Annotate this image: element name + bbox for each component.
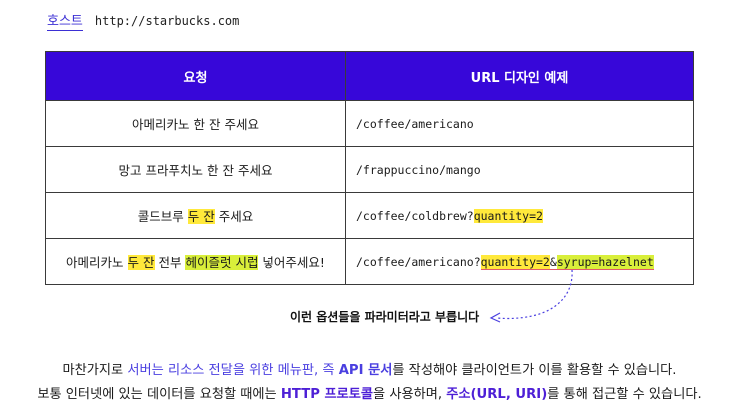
request-text-end: 주세요 [214,209,254,224]
highlight-quantity: 두 잔 [187,209,215,224]
request-cell: 아메리카노 두 잔 전부 헤이즐럿 시럽 넣어주세요! [45,238,346,285]
host-label: 호스트 [47,10,83,31]
param-quantity: quantity=2 [480,254,550,270]
request-text-mid: 전부 [154,255,186,270]
request-text: 아메리카노 [66,255,128,270]
highlight-quantity: 두 잔 [127,255,155,270]
para2-url: 주소(URL, URI) [446,387,548,402]
para2-text: 보통 인터넷에 있는 데이터를 요청할 때에는 [37,387,281,402]
request-text: 아메리카노 한 잔 주세요 [132,117,259,132]
parameter-annotation: 이런 옵션들을 파라미터라고 부릅니다 [290,310,480,324]
para1-text: 마찬가지로 [62,363,128,378]
table-row: 망고 프라푸치노 한 잔 주세요 /frappuccino/mango [45,146,694,193]
para1-text-end: 를 작성해야 클라이언트가 이를 활용할 수 있습니다. [392,363,677,378]
highlight-syrup: 헤이즐럿 시럽 [185,255,259,270]
param-separator: & [549,254,557,270]
url-path: /coffee/americano [356,116,474,131]
paragraph-http: 보통 인터넷에 있는 데이터를 요청할 때에는 HTTP 프로토콜을 사용하며,… [0,383,739,402]
host-line: 호스트 http://starbucks.com [47,10,239,31]
request-cell: 콜드브루 두 잔 주세요 [45,192,346,239]
param-syrup: syrup=hazelnet [556,254,654,270]
header-request: 요청 [45,51,346,101]
table-row: 아메리카노 한 잔 주세요 /coffee/americano [45,100,694,147]
url-design-table: 요청 URL 디자인 예제 아메리카노 한 잔 주세요 /coffee/amer… [45,51,694,285]
request-cell: 아메리카노 한 잔 주세요 [45,100,346,147]
table-row: 아메리카노 두 잔 전부 헤이즐럿 시럽 넣어주세요! /coffee/amer… [45,238,694,285]
request-text: 콜드브루 [137,209,188,224]
url-path: /frappuccino/mango [356,162,481,177]
url-cell: /coffee/americano?quantity=2&syrup=hazel… [345,238,694,285]
host-url: http://starbucks.com [94,13,240,28]
url-cell: /coffee/americano [345,100,694,147]
para1-highlight: 서버는 리소스 전달을 위한 메뉴판, 즉 [127,363,339,378]
table-header-row: 요청 URL 디자인 예제 [45,51,694,101]
header-url-example: URL 디자인 예제 [345,51,694,101]
para2-text-end: 를 통해 접근할 수 있습니다. [547,387,702,402]
url-path: /coffee/americano? [356,254,481,269]
paragraph-api-doc: 마찬가지로 서버는 리소스 전달을 위한 메뉴판, 즉 API 문서를 작성해야… [0,359,739,378]
param-quantity: quantity=2 [473,208,543,223]
request-cell: 망고 프라푸치노 한 잔 주세요 [45,146,346,193]
para2-text-mid: 을 사용하며, [373,387,447,402]
url-cell: /coffee/coldbrew?quantity=2 [345,192,694,239]
para1-api-doc: API 문서 [338,363,393,378]
para2-http: HTTP 프로토콜 [280,387,374,402]
request-text-end: 넣어주세요! [258,255,325,270]
url-cell: /frappuccino/mango [345,146,694,193]
table-row: 콜드브루 두 잔 주세요 /coffee/coldbrew?quantity=2 [45,192,694,239]
request-text: 망고 프라푸치노 한 잔 주세요 [118,163,273,178]
url-path: /coffee/coldbrew? [356,208,474,223]
